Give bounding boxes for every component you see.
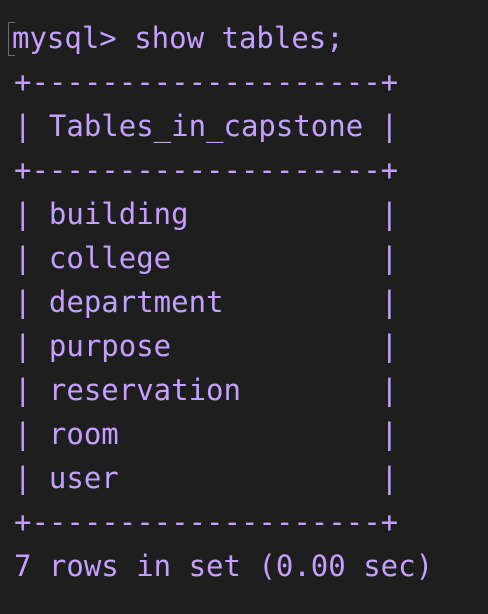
table-border-bottom: +--------------------+ <box>14 505 399 539</box>
table-header-row: | Tables_in_capstone | <box>14 109 399 143</box>
table-row-user: | user | <box>14 461 399 495</box>
table-row-purpose: | purpose | <box>14 329 399 363</box>
table-border-top: +--------------------+ <box>14 65 399 99</box>
table-row-reservation: | reservation | <box>14 373 399 407</box>
table-row-room: | room | <box>14 417 399 451</box>
table-row-building: | building | <box>14 197 399 231</box>
query-summary: 7 rows in set (0.00 sec) <box>14 549 434 583</box>
table-row-department: | department | <box>14 285 399 319</box>
table-border-middle: +--------------------+ <box>14 153 399 187</box>
terminal-window[interactable]: mysql> show tables; +-------------------… <box>0 0 488 614</box>
table-row-college: | college | <box>14 241 399 275</box>
mysql-command-line[interactable]: mysql> show tables; <box>12 16 488 60</box>
